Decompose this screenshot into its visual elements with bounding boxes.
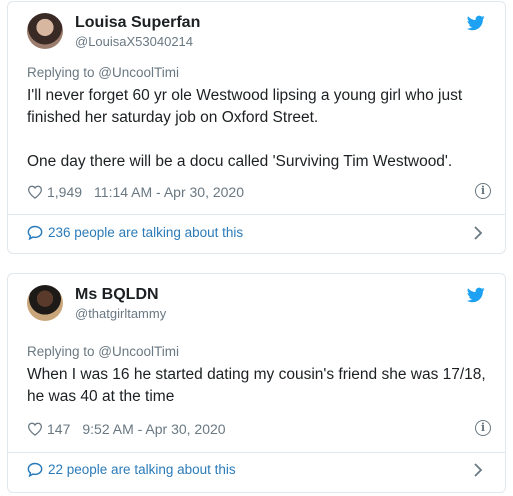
tweet-text: When I was 16 he started dating my cousi…	[27, 364, 487, 408]
tweet-card: Ms BQLDN @thatgirltammy Replying to @Unc…	[7, 273, 506, 493]
info-icon[interactable]: i	[475, 420, 491, 436]
conversation-link[interactable]: 236 people are talking about this	[27, 225, 491, 240]
like-count[interactable]: 147	[47, 421, 70, 437]
info-icon[interactable]: i	[475, 183, 491, 199]
twitter-bird-icon[interactable]	[467, 287, 485, 303]
tweet-text: I'll never forget 60 yr ole Westwood lip…	[27, 85, 487, 173]
author-handle[interactable]: @thatgirltammy	[75, 306, 166, 321]
avatar[interactable]	[27, 285, 63, 321]
replying-to[interactable]: Replying to @UncoolTimi	[27, 344, 179, 359]
chevron-right-icon[interactable]	[473, 463, 483, 477]
heart-icon[interactable]	[27, 422, 43, 436]
speech-bubble-icon	[27, 225, 43, 240]
tweet-paragraph: I'll never forget 60 yr ole Westwood lip…	[27, 87, 463, 126]
divider	[8, 214, 505, 215]
timestamp[interactable]: 9:52 AM - Apr 30, 2020	[82, 421, 225, 437]
tweet-header: Louisa Superfan @LouisaX53040214	[27, 13, 493, 53]
speech-bubble-icon	[27, 462, 43, 477]
talking-count[interactable]: 236 people are talking about this	[48, 225, 243, 240]
chevron-right-icon[interactable]	[473, 226, 483, 240]
timestamp[interactable]: 11:14 AM - Apr 30, 2020	[94, 184, 244, 200]
tweet-meta: 147 9:52 AM - Apr 30, 2020 i	[27, 420, 491, 437]
twitter-bird-icon[interactable]	[467, 15, 485, 31]
tweet-meta: 1,949 11:14 AM - Apr 30, 2020 i	[27, 183, 491, 200]
divider	[8, 452, 505, 453]
replying-to[interactable]: Replying to @UncoolTimi	[27, 65, 179, 80]
author-name[interactable]: Ms BQLDN	[75, 286, 159, 304]
author-handle[interactable]: @LouisaX53040214	[75, 34, 193, 49]
avatar[interactable]	[27, 13, 63, 49]
heart-icon[interactable]	[27, 185, 43, 199]
tweet-paragraph: When I was 16 he started dating my cousi…	[27, 366, 486, 405]
talking-count[interactable]: 22 people are talking about this	[48, 462, 236, 477]
tweet-paragraph: One day there will be a docu called 'Sur…	[27, 153, 453, 170]
conversation-link[interactable]: 22 people are talking about this	[27, 462, 491, 477]
author-name[interactable]: Louisa Superfan	[75, 14, 200, 32]
like-count[interactable]: 1,949	[47, 184, 82, 200]
tweet-header: Ms BQLDN @thatgirltammy	[27, 285, 493, 325]
tweet-card: Louisa Superfan @LouisaX53040214 Replyin…	[7, 1, 506, 254]
